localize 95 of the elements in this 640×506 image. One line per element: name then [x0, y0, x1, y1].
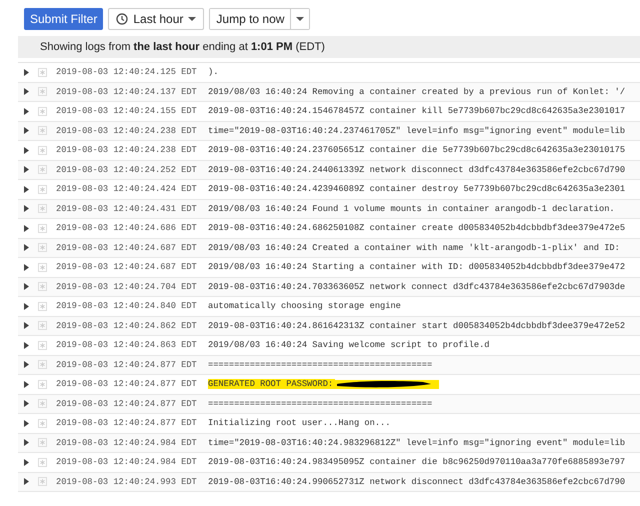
- log-message: ===========================================: [208, 360, 432, 370]
- clock-icon: [116, 13, 128, 25]
- log-message: 2019/08/03 16:40:24 Removing a container created by a previous run of Konlet: '/: [208, 86, 626, 97]
- expand-icon[interactable]: [24, 108, 29, 115]
- expand-icon[interactable]: [24, 186, 29, 193]
- expand-icon[interactable]: [24, 302, 29, 310]
- log-timestamp: 2019-08-03 12:40:24.155 EDT: [56, 106, 198, 116]
- expand-icon[interactable]: [24, 166, 29, 174]
- log-message: 2019-08-03T16:40:24.244061339Z network disconnect d3dfc43784e363586efe2cbc67d790: [208, 164, 626, 175]
- severity-icon: [38, 302, 47, 311]
- severity-icon: [38, 321, 47, 330]
- log-timestamp: 2019-08-03 12:40:24.877 EDT: [56, 360, 198, 370]
- jump-to-now-button[interactable]: Jump to now: [210, 9, 292, 29]
- log-message: Initializing root user...Hang on...: [208, 418, 390, 428]
- log-message: 2019/08/03 16:40:24 Found 1 volume mounts in container arangodb-1 declaration.: [208, 204, 615, 214]
- severity-icon: [38, 262, 47, 272]
- severity-icon: [38, 418, 47, 428]
- severity-icon: [38, 340, 47, 350]
- severity-icon: [38, 360, 47, 370]
- log-message: ===========================================: [208, 398, 432, 409]
- severity-icon: [38, 399, 47, 408]
- severity-icon: [38, 146, 47, 155]
- severity-icon: [38, 126, 47, 136]
- log-timestamp: 2019-08-03 12:40:24.238 EDT: [56, 126, 198, 136]
- log-message: 2019-08-03T16:40:24.423946089Z container destroy 5e7739b607bc29cd8c642635a3e2301: [208, 184, 626, 194]
- log-timestamp: 2019-08-03 12:40:24.686 EDT: [56, 223, 198, 234]
- log-timestamp: 2019-08-03 12:40:24.877 EDT: [56, 418, 198, 428]
- log-message: 2019-08-03T16:40:24.983495095Z container die b8c96250d970110aa3a770fe6885893e797: [208, 457, 626, 468]
- severity-icon: [38, 68, 47, 77]
- log-timestamp: 2019-08-03 12:40:24.993 EDT: [56, 476, 198, 487]
- expand-icon[interactable]: [24, 380, 29, 388]
- caret-icon: [296, 16, 304, 22]
- log-timestamp: 2019-08-03 12:40:24.687 EDT: [56, 262, 198, 272]
- log-message: 2019/08/03 16:40:24 Created a container with name 'klt-arangodb-1-plix' and ID:: [208, 242, 620, 253]
- severity-icon: [38, 204, 47, 214]
- expand-icon[interactable]: [24, 420, 29, 427]
- log-message: GENERATED ROOT PASSWORD:: [208, 379, 336, 390]
- log-timestamp: 2019-08-03 12:40:24.137 EDT: [56, 86, 198, 97]
- time-range-dropdown[interactable]: Last hour: [108, 8, 204, 30]
- expand-icon[interactable]: [24, 439, 29, 446]
- log-timestamp: 2019-08-03 12:40:24.238 EDT: [56, 145, 198, 156]
- expand-icon[interactable]: [24, 478, 29, 486]
- severity-icon: [38, 380, 47, 389]
- expand-icon[interactable]: [24, 400, 29, 408]
- log-message: 2019/08/03 16:40:24 Starting a container with ID: d005834052b4dcbbdbf3dee379e472: [208, 262, 626, 272]
- expand-icon[interactable]: [24, 244, 29, 252]
- log-timestamp: 2019-08-03 12:40:24.687 EDT: [56, 242, 198, 253]
- severity-icon: [38, 282, 47, 292]
- severity-icon: [38, 224, 47, 233]
- expand-icon[interactable]: [24, 342, 29, 349]
- log-timestamp: 2019-08-03 12:40:24.984 EDT: [56, 457, 198, 468]
- log-timestamp: 2019-08-03 12:40:24.840 EDT: [56, 301, 198, 312]
- severity-icon: [38, 438, 47, 448]
- expand-icon[interactable]: [24, 322, 29, 330]
- severity-icon: [38, 184, 47, 194]
- log-timestamp: 2019-08-03 12:40:24.877 EDT: [56, 379, 198, 390]
- submit-filter-button[interactable]: Submit Filter: [24, 8, 104, 30]
- log-message: 2019-08-03T16:40:24.154678457Z container kill 5e7739b607bc29cd8c642635a3e2301017: [208, 106, 626, 116]
- log-message: 2019/08/03 16:40:24 Saving welcome script to profile.d: [208, 340, 490, 350]
- log-message: 2019-08-03T16:40:24.703363605Z network connect d3dfc43784e363586efe2cbc67d7903de: [208, 282, 626, 292]
- log-message: time="2019-08-03T16:40:24.983296812Z" level=info msg="ignoring event" module=lib: [208, 438, 626, 448]
- severity-icon: [38, 165, 47, 174]
- expand-icon[interactable]: [24, 458, 29, 466]
- log-message: time="2019-08-03T16:40:24.237461705Z" level=info msg="ignoring event" module=lib: [208, 126, 626, 136]
- expand-icon[interactable]: [24, 205, 29, 212]
- expand-icon[interactable]: [24, 146, 29, 154]
- expand-icon[interactable]: [24, 283, 29, 290]
- log-message: 2019-08-03T16:40:24.990652731Z network disconnect d3dfc43784e363586efe2cbc67d790: [208, 476, 626, 487]
- severity-icon: [38, 87, 47, 96]
- info-bar: Showing logs from the last hour ending at 1:01 PM (EDT): [18, 36, 640, 58]
- severity-icon: [38, 106, 47, 116]
- log-message: 2019-08-03T16:40:24.861642313Z container start d005834052b4dcbbdbf3dee379e472e52: [208, 320, 626, 331]
- log-timestamp: 2019-08-03 12:40:24.431 EDT: [56, 204, 198, 214]
- expand-icon[interactable]: [24, 224, 29, 232]
- log-timestamp: 2019-08-03 12:40:24.862 EDT: [56, 320, 198, 331]
- expand-icon[interactable]: [24, 361, 29, 368]
- expand-icon[interactable]: [24, 264, 29, 271]
- log-timestamp: 2019-08-03 12:40:24.252 EDT: [56, 164, 198, 175]
- severity-icon: [38, 458, 47, 467]
- log-timestamp: 2019-08-03 12:40:24.704 EDT: [56, 282, 198, 292]
- expand-icon[interactable]: [24, 68, 29, 76]
- log-message: automatically choosing storage engine: [208, 301, 401, 312]
- log-timestamp: 2019-08-03 12:40:24.984 EDT: [56, 438, 198, 448]
- caret-icon: [188, 16, 196, 22]
- log-message: 2019-08-03T16:40:24.686250108Z container create d005834052b4dcbbdbf3dee379e472e5: [208, 223, 626, 234]
- log-timestamp: 2019-08-03 12:40:24.424 EDT: [56, 184, 198, 194]
- expand-icon[interactable]: [24, 88, 29, 96]
- log-message: 2019-08-03T16:40:24.237605651Z container die 5e7739b607bc29cd8c642635a3e23010175: [208, 145, 626, 156]
- log-timestamp: 2019-08-03 12:40:24.877 EDT: [56, 398, 198, 409]
- log-message: ).: [208, 67, 218, 78]
- log-timestamp: 2019-08-03 12:40:24.125 EDT: [56, 67, 198, 78]
- expand-icon[interactable]: [24, 127, 29, 134]
- log-timestamp: 2019-08-03 12:40:24.863 EDT: [56, 340, 198, 350]
- severity-icon: [38, 477, 47, 486]
- severity-icon: [38, 243, 47, 252]
